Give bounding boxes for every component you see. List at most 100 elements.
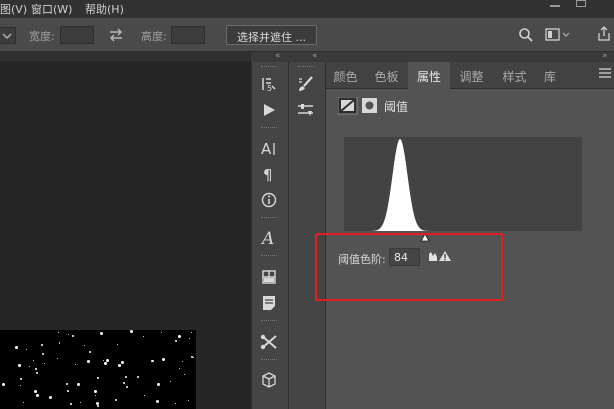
character-icon[interactable]: A [257, 137, 281, 159]
image-speck [100, 332, 103, 335]
collapse-icon[interactable]: « [312, 51, 317, 61]
style-dropdown[interactable] [0, 27, 16, 44]
history-brush-icon[interactable]: 5 [257, 73, 281, 95]
minimize-button[interactable] [548, 0, 562, 8]
histogram [344, 137, 582, 231]
strip-grip[interactable] [261, 359, 277, 361]
image-speck [96, 402, 99, 405]
image-speck [184, 374, 185, 375]
image-speck [178, 335, 181, 338]
glyphs-icon[interactable]: A [257, 227, 281, 249]
layout-icon[interactable] [257, 266, 281, 288]
image-speck [103, 360, 104, 361]
image-speck [125, 376, 127, 378]
image-speck [84, 345, 85, 346]
image-speck [175, 403, 176, 404]
property-type-icons [337, 96, 380, 118]
image-speck [162, 358, 165, 361]
share-icon[interactable] [597, 26, 611, 42]
tab-properties[interactable]: 属性 [408, 62, 450, 89]
histogram-warning-icon[interactable] [428, 250, 452, 265]
strip-grip[interactable] [261, 320, 277, 322]
image-speck [18, 364, 21, 367]
tab-swatches[interactable]: 色板 [367, 62, 406, 89]
image-speck [49, 396, 52, 399]
image-speck [130, 330, 133, 333]
image-speck [143, 336, 144, 337]
width-label: 宽度: [29, 30, 55, 43]
brush-icon[interactable] [294, 73, 318, 95]
menu-view[interactable]: 图(V) [0, 1, 27, 17]
tab-adjustments[interactable]: 调整 [452, 62, 491, 89]
image-speck [137, 376, 139, 378]
play-icon[interactable] [257, 99, 281, 121]
image-speck [72, 335, 74, 337]
panel-title: 阈值 [384, 100, 409, 114]
tab-color[interactable]: 颜色 [326, 62, 365, 89]
tab-libraries[interactable]: 库 [536, 62, 564, 89]
paragraph-icon[interactable]: ¶ [257, 163, 281, 185]
canvas-area[interactable] [0, 61, 251, 409]
image-speck [42, 353, 44, 355]
image-speck [189, 338, 190, 339]
image-speck [20, 378, 22, 380]
search-icon[interactable] [518, 27, 534, 43]
image-speck [20, 385, 21, 386]
image-speck [179, 368, 180, 369]
strip-grip[interactable] [298, 66, 314, 68]
svg-text:¶: ¶ [263, 166, 273, 182]
tab-styles[interactable]: 样式 [494, 62, 535, 89]
image-speck [95, 395, 96, 396]
height-field[interactable] [171, 26, 205, 44]
image-speck [67, 390, 69, 392]
menu-bar: 图(V) 窗口(W) 帮助(H) [0, 0, 614, 18]
image-speck [106, 359, 109, 362]
notes-icon[interactable] [257, 292, 281, 314]
select-and-mask-button[interactable]: 选择并遮住 ... [226, 25, 317, 45]
adjustment-icon[interactable] [337, 96, 358, 115]
info-icon[interactable] [257, 189, 281, 211]
swap-icon[interactable] [108, 28, 124, 42]
document-image[interactable] [0, 330, 196, 409]
image-speck [23, 402, 24, 403]
image-speck [104, 362, 107, 365]
strip-grip[interactable] [261, 217, 277, 219]
width-field[interactable] [60, 26, 94, 44]
svg-text:5: 5 [267, 84, 272, 92]
threshold-label: 阈值色阶: [338, 253, 386, 266]
image-speck [77, 383, 80, 386]
image-speck [94, 390, 97, 393]
panel-menu-icon[interactable] [599, 68, 611, 80]
image-speck [151, 360, 153, 362]
panel-tab-bar: 颜色 色板 属性 调整 样式 库 [326, 62, 614, 89]
menu-window[interactable]: 窗口(W) [31, 1, 72, 17]
mask-icon[interactable] [362, 98, 377, 113]
panel-collapse-bar: « « » [251, 51, 614, 62]
threshold-level-input[interactable] [389, 248, 420, 266]
strip-grip[interactable] [261, 66, 277, 68]
image-speck [121, 361, 124, 364]
brush-settings-icon[interactable] [294, 99, 318, 121]
maximize-button[interactable] [574, 0, 588, 8]
image-speck [57, 358, 58, 359]
image-speck [126, 386, 128, 388]
tool-presets-icon[interactable] [257, 331, 281, 353]
3d-icon[interactable] [257, 369, 281, 391]
image-speck [182, 361, 183, 362]
menu-help[interactable]: 帮助(H) [85, 1, 124, 17]
collapse-icon[interactable]: « [275, 51, 280, 61]
strip-grip[interactable] [261, 127, 277, 129]
svg-text:A: A [261, 229, 274, 247]
image-speck [59, 343, 60, 344]
expand-icon[interactable]: » [602, 51, 607, 61]
workspace-icon[interactable] [545, 27, 571, 43]
image-speck [29, 366, 30, 367]
document-tab-strip [0, 52, 251, 61]
height-label: 高度: [141, 30, 167, 43]
image-speck [157, 383, 160, 386]
image-speck [44, 363, 45, 364]
strip-grip[interactable] [261, 255, 277, 257]
svg-text:A: A [261, 140, 272, 156]
image-speck [36, 394, 39, 397]
image-speck [144, 395, 145, 396]
